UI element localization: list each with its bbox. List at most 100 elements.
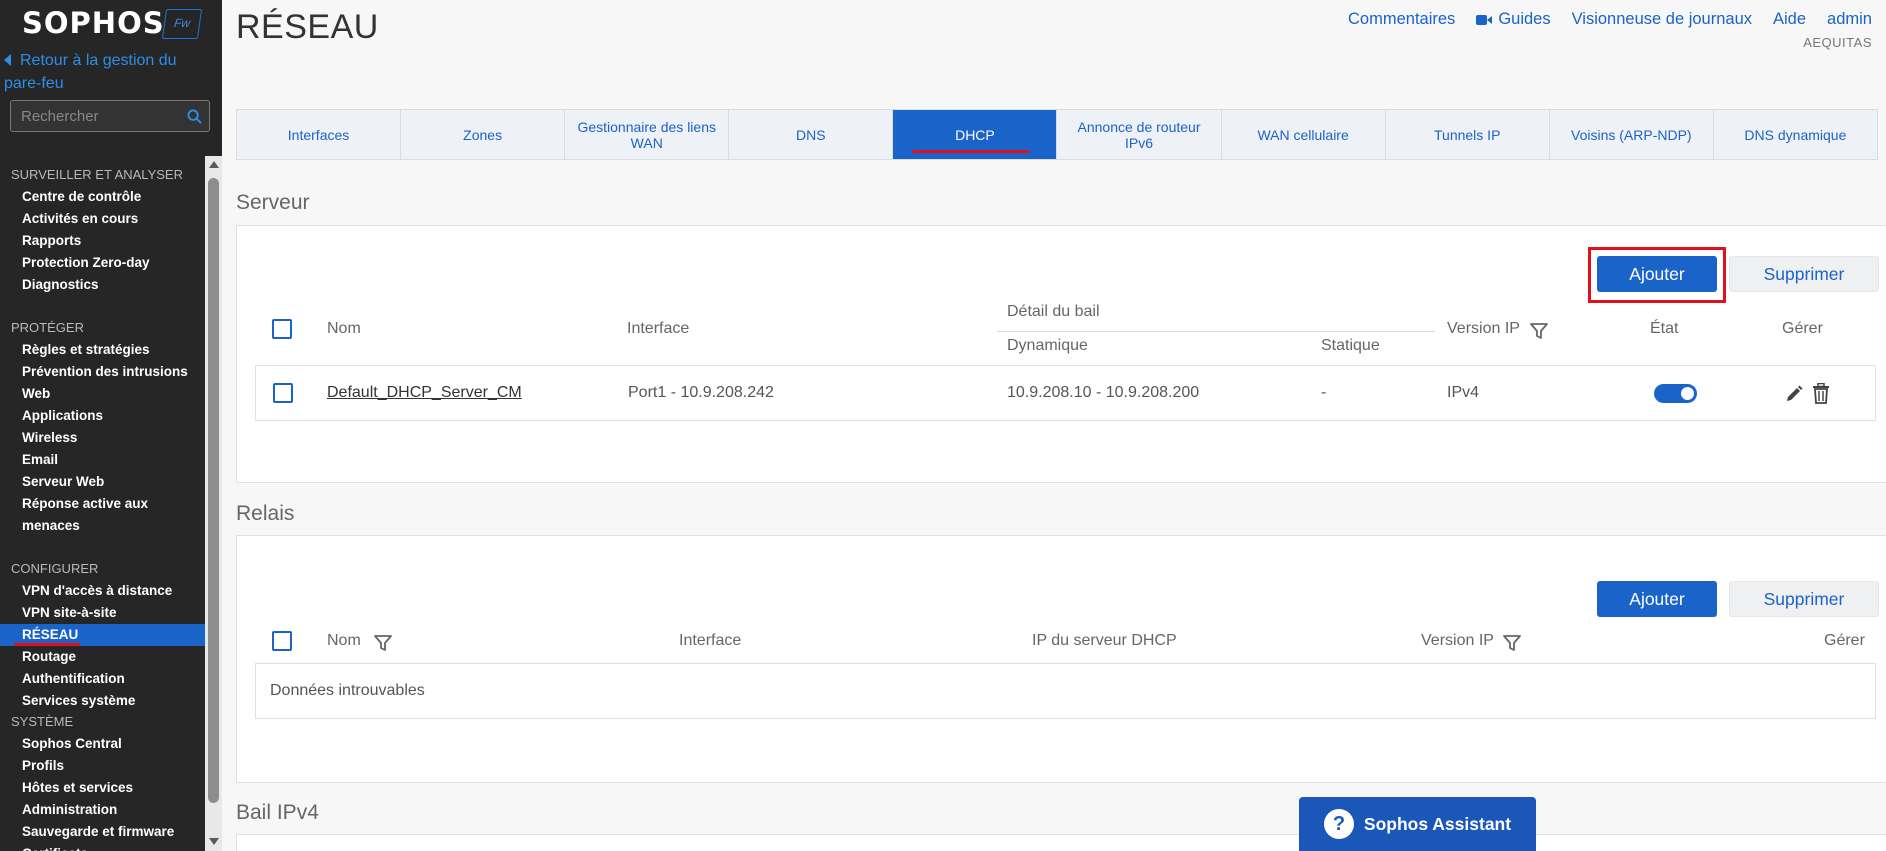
- server-name-link[interactable]: Default_DHCP_Server_CM: [327, 384, 522, 402]
- filter-icon[interactable]: [374, 634, 392, 652]
- sidebar-item-backup-firmware[interactable]: Sauvegarde et firmware: [0, 821, 205, 843]
- tab-interfaces[interactable]: Interfaces: [237, 110, 402, 159]
- search-icon[interactable]: [187, 109, 202, 124]
- relay-col-name: Nom: [327, 632, 361, 649]
- tab-wan-link-manager[interactable]: Gestionnaire des liens WAN: [565, 110, 730, 159]
- guides-label: Guides: [1498, 10, 1551, 28]
- user-menu[interactable]: admin: [1827, 10, 1872, 29]
- sidebar-item-system-services[interactable]: Services système: [0, 690, 205, 712]
- nav-section-title: SURVEILLER ET ANALYSER: [11, 167, 183, 182]
- sidebar-item-zero-day[interactable]: Protection Zero-day: [0, 252, 205, 274]
- sidebar-item-authentication[interactable]: Authentification: [0, 668, 205, 690]
- tab-ip-tunnels[interactable]: Tunnels IP: [1386, 110, 1550, 159]
- sidebar-item-active-threat-response[interactable]: Réponse active aux menaces: [0, 493, 205, 537]
- assistant-label: Sophos Assistant: [1363, 813, 1512, 834]
- relay-add-button[interactable]: Ajouter: [1597, 581, 1717, 617]
- sidebar-item-email[interactable]: Email: [0, 449, 205, 471]
- sidebar-item-reports[interactable]: Rapports: [0, 230, 205, 252]
- sidebar-item-remote-vpn[interactable]: VPN d'accès à distance: [0, 580, 205, 602]
- sidebar-item-certificates[interactable]: Certificats: [0, 843, 205, 851]
- sidebar-item-hosts-services[interactable]: Hôtes et services: [0, 777, 205, 799]
- back-arrow-icon: [4, 54, 11, 66]
- search-input[interactable]: [11, 101, 181, 131]
- server-col-static: Statique: [1321, 337, 1380, 354]
- sidebar-item-rules[interactable]: Règles et stratégies: [0, 339, 205, 361]
- sidebar-item-routing[interactable]: Routage: [0, 646, 205, 668]
- product-badge: Fw: [161, 9, 203, 39]
- server-col-interface: Interface: [627, 320, 690, 337]
- server-col-manage: Gérer: [1782, 320, 1823, 337]
- scroll-down-icon[interactable]: [209, 838, 219, 845]
- guides-link[interactable]: Guides: [1476, 10, 1551, 29]
- server-col-dynamic: Dynamique: [1007, 337, 1088, 354]
- relay-col-interface: Interface: [679, 632, 742, 649]
- row-checkbox[interactable]: [273, 383, 293, 403]
- back-to-firewall-link[interactable]: Retour à la gestion du pare-feu: [0, 49, 210, 95]
- server-dynamic-range: 10.9.208.10 - 10.9.208.200: [1007, 384, 1200, 401]
- sidebar-item-network[interactable]: RÉSEAU: [0, 624, 205, 646]
- sidebar-item-web[interactable]: Web: [0, 383, 205, 405]
- lease-header-divider: [997, 331, 1435, 332]
- sidebar-item-current-activities[interactable]: Activités en cours: [0, 208, 205, 230]
- delete-icon[interactable]: [1812, 383, 1830, 404]
- nav-section-title: CONFIGURER: [11, 561, 99, 576]
- tab-zones[interactable]: Zones: [401, 110, 566, 159]
- brand-name: SOPHOS: [22, 6, 165, 40]
- sidebar-search[interactable]: [10, 100, 210, 132]
- tab-dns[interactable]: DNS: [729, 110, 894, 159]
- server-section-title: Serveur: [236, 191, 310, 214]
- server-col-ip-version: Version IP: [1447, 320, 1520, 337]
- network-tabs: Interfaces Zones Gestionnaire des liens …: [236, 109, 1878, 160]
- top-navigation: Commentaires Guides Visionneuse de journ…: [1348, 10, 1872, 29]
- nav-section-title: PROTÉGER: [11, 320, 84, 335]
- back-link-label: Retour à la gestion du pare-feu: [4, 52, 177, 92]
- organization-name: AEQUITAS: [1803, 35, 1872, 50]
- tab-cellular-wan[interactable]: WAN cellulaire: [1222, 110, 1386, 159]
- server-state-toggle[interactable]: [1654, 384, 1697, 403]
- server-delete-button[interactable]: Supprimer: [1729, 256, 1879, 292]
- lease-section-title: Bail IPv4: [236, 801, 319, 824]
- tab-dhcp[interactable]: DHCP: [893, 110, 1058, 159]
- sidebar-item-profiles[interactable]: Profils: [0, 755, 205, 777]
- sidebar-item-administration[interactable]: Administration: [0, 799, 205, 821]
- sophos-assistant-button[interactable]: ? Sophos Assistant: [1299, 797, 1536, 851]
- log-viewer-link[interactable]: Visionneuse de journaux: [1572, 10, 1752, 29]
- sidebar-item-ips[interactable]: Prévention des intrusions: [0, 361, 205, 383]
- relay-col-dhcp-server-ip: IP du serveur DHCP: [1032, 632, 1177, 649]
- sidebar-item-applications[interactable]: Applications: [0, 405, 205, 427]
- filter-icon[interactable]: [1530, 322, 1548, 340]
- feedback-link[interactable]: Commentaires: [1348, 10, 1455, 29]
- sophos-logo[interactable]: SOPHOS Fw: [22, 6, 203, 42]
- tab-ipv6-router-advertisement[interactable]: Annonce de routeur IPv6: [1057, 110, 1222, 159]
- sidebar-item-diagnostics[interactable]: Diagnostics: [0, 274, 205, 296]
- page-title: RÉSEAU: [236, 8, 379, 46]
- server-add-button[interactable]: Ajouter: [1597, 256, 1717, 292]
- scrollbar-thumb[interactable]: [208, 178, 219, 803]
- nav-section-system: SYSTÈME Sophos Central Profils Hôtes et …: [0, 711, 205, 851]
- sidebar: SOPHOS Fw Retour à la gestion du pare-fe…: [0, 0, 222, 851]
- relay-delete-button[interactable]: Supprimer: [1729, 581, 1879, 617]
- tab-dynamic-dns[interactable]: DNS dynamique: [1714, 110, 1877, 159]
- scroll-up-icon[interactable]: [209, 161, 219, 168]
- sidebar-scrollbar[interactable]: [205, 156, 222, 851]
- relay-select-all-checkbox[interactable]: [272, 631, 292, 651]
- server-static: -: [1321, 384, 1327, 401]
- nav-section-protect: PROTÉGER Règles et stratégies Prévention…: [0, 317, 205, 537]
- filter-icon[interactable]: [1503, 634, 1521, 652]
- sidebar-item-web-server[interactable]: Serveur Web: [0, 471, 205, 493]
- server-select-all-checkbox[interactable]: [272, 319, 292, 339]
- tab-neighbors[interactable]: Voisins (ARP-NDP): [1550, 110, 1714, 159]
- server-col-name: Nom: [327, 320, 361, 337]
- sidebar-item-sophos-central[interactable]: Sophos Central: [0, 733, 205, 755]
- help-link[interactable]: Aide: [1773, 10, 1806, 29]
- relay-col-ip-version: Version IP: [1421, 632, 1494, 649]
- server-col-state: État: [1650, 320, 1679, 337]
- table-row[interactable]: Default_DHCP_Server_CM Port1 - 10.9.208.…: [255, 365, 1876, 421]
- server-col-lease-detail: Détail du bail: [1007, 303, 1100, 320]
- sidebar-item-site-vpn[interactable]: VPN site-à-site: [0, 602, 205, 624]
- relay-col-manage: Gérer: [1824, 632, 1865, 649]
- nav-section-configure: CONFIGURER VPN d'accès à distance VPN si…: [0, 558, 205, 712]
- sidebar-item-wireless[interactable]: Wireless: [0, 427, 205, 449]
- edit-icon[interactable]: [1784, 384, 1804, 404]
- sidebar-item-control-center[interactable]: Centre de contrôle: [0, 186, 205, 208]
